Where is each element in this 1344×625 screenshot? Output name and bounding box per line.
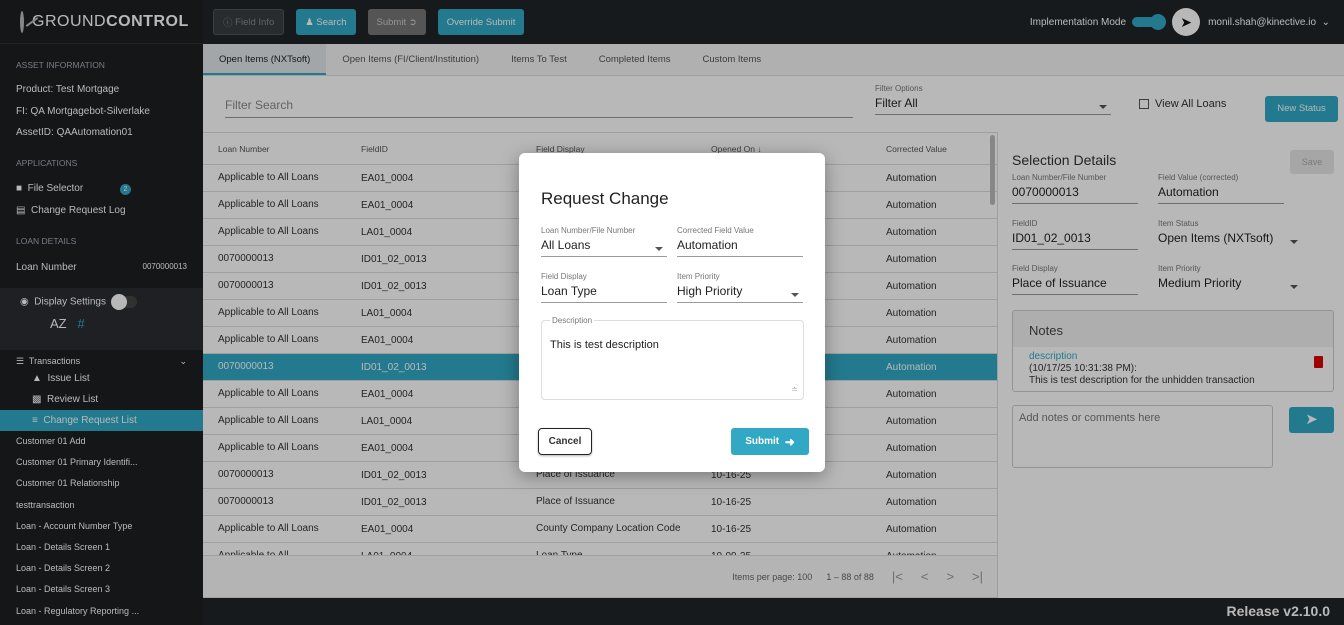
caret-down-icon — [791, 293, 799, 297]
submit-label: Submit — [745, 436, 780, 447]
modal-title: Request Change — [541, 189, 669, 208]
modal-prio-label: Item Priority — [677, 272, 720, 281]
modal-loan-text: All Loans — [541, 238, 591, 252]
cancel-button[interactable]: Cancel — [538, 428, 592, 455]
submit-button[interactable]: Submit ➜ — [731, 428, 809, 455]
arrow-right-icon: ➜ — [784, 434, 795, 449]
caret-down-icon — [655, 247, 663, 251]
modal-loan-select[interactable]: Loan Number/File Number All Loans — [541, 226, 667, 257]
modal-prio-value: High Priority — [677, 284, 803, 303]
modal-priority-select[interactable]: Item Priority High Priority — [677, 272, 803, 303]
modal-fd-value: Loan Type — [541, 284, 667, 303]
modal-fd-label: Field Display — [541, 272, 587, 281]
modal-desc-label: Description — [550, 316, 595, 325]
modal-desc-value: This is test description — [550, 339, 659, 351]
request-change-modal: Request Change Loan Number/File Number A… — [519, 153, 825, 472]
modal-loan-label: Loan Number/File Number — [541, 226, 636, 235]
modal-loan-value: All Loans — [541, 238, 667, 257]
resize-handle-icon[interactable]: ≐ — [791, 385, 798, 394]
modal-cfv-label: Corrected Field Value — [677, 226, 754, 235]
modal-cfv-value: Automation — [677, 238, 803, 257]
modal-prio-text: High Priority — [677, 284, 743, 298]
modal-corrected-value-input[interactable]: Corrected Field Value Automation — [677, 226, 803, 257]
app: GROUNDCONTROL ☰ ASSET INFORMATION Produc… — [0, 0, 1344, 625]
modal-field-display-input[interactable]: Field Display Loan Type — [541, 272, 667, 303]
modal-description-textarea[interactable]: Description This is test description ≐ — [541, 316, 804, 400]
